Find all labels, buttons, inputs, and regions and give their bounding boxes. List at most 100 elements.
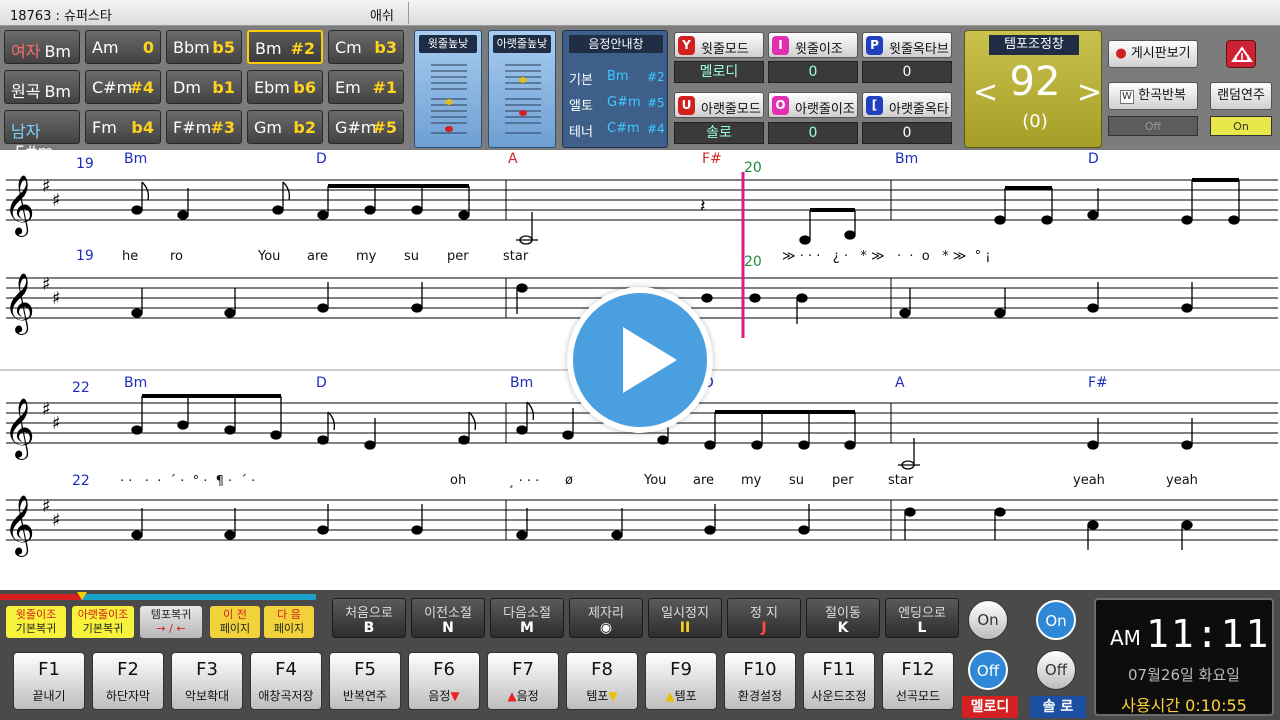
nav-button-key: K — [837, 620, 849, 636]
song-progress-handle-icon[interactable] — [77, 592, 87, 600]
repeat-song-button[interactable]: W 한곡반복 — [1108, 82, 1198, 110]
lyric-word: ø — [565, 473, 573, 488]
nav-button[interactable]: 처음으로 B — [332, 598, 406, 638]
key-name: G#m — [335, 118, 377, 137]
nav-button-label: 일시정지 — [661, 606, 709, 621]
key-cell[interactable]: G#m #5 — [328, 110, 404, 144]
function-key-button[interactable]: F8 템포▼ — [566, 652, 638, 710]
upper-staff-pitch-box[interactable]: 윗줄높낮 — [414, 30, 482, 148]
tempo-reset-button[interactable]: 템포복귀 → / ← — [140, 606, 202, 638]
function-key-button[interactable]: F2 하단자막 — [92, 652, 164, 710]
svg-text:𝄞: 𝄞 — [4, 273, 35, 335]
solo-off-button[interactable]: Off — [1036, 650, 1076, 690]
lower-mode-button[interactable]: U 아랫줄모드 — [674, 92, 764, 118]
lower-transpose-key-badge: O — [772, 96, 789, 115]
upper-octave-key-badge: P — [866, 36, 883, 55]
nav-button-key: ◉ — [599, 620, 613, 636]
nav-button[interactable]: 엔딩으로 L — [885, 598, 959, 638]
pitch-guide-key: Bm — [607, 69, 629, 84]
lyric-next-symbols: ≫ · · · ¿ · * ≫ · · o * ≫ ° ¡ — [782, 249, 991, 264]
function-key-button[interactable]: F11 사운드조정 — [803, 652, 875, 710]
upper-octave-value: 0 — [862, 61, 952, 83]
upper-transpose-reset-button[interactable]: 윗줄이조 기본복귀 — [6, 606, 66, 638]
key-cell[interactable]: C#m #4 — [85, 70, 161, 104]
function-key-button[interactable]: F1 끝내기 — [13, 652, 85, 710]
tempo-up-arrow-icon[interactable]: > — [1077, 75, 1102, 110]
pitch-guide-name: 기본 — [569, 73, 593, 88]
upper-transpose-button[interactable]: I 윗줄이조 — [768, 32, 858, 58]
song-title: 18763 : 슈퍼스타 — [10, 9, 112, 24]
nav-button[interactable]: 이전소절 N — [411, 598, 485, 638]
key-name: C#m — [92, 78, 133, 97]
function-key-button[interactable]: F12 선곡모드 — [882, 652, 954, 710]
function-key-button[interactable]: F7 ▲음정 — [487, 652, 559, 710]
key-cell[interactable]: Ebm b6 — [247, 70, 323, 104]
chord-symbol: Bm — [510, 375, 534, 391]
svg-text:♯: ♯ — [52, 413, 61, 434]
key-cell[interactable]: 남자F#m — [4, 110, 80, 161]
key-cell[interactable]: Gm b2 — [247, 110, 323, 144]
lower-transpose-button[interactable]: O 아랫줄이조 — [768, 92, 858, 118]
nav-button[interactable]: 제자리 ◉ — [569, 598, 643, 638]
upper-mode-button[interactable]: Y 윗줄모드 — [674, 32, 764, 58]
function-key-text: 템포 — [586, 689, 609, 703]
function-key-button[interactable]: F5 반복연주 — [329, 652, 401, 710]
next-page-title: 다 음 — [277, 608, 301, 621]
play-button[interactable] — [567, 287, 713, 433]
nav-button[interactable]: 절이동 K — [806, 598, 880, 638]
function-key-button[interactable]: F9 ▲템포 — [645, 652, 717, 710]
pitch-guide-row: 테너 C#m #4 — [569, 119, 665, 141]
function-key-button[interactable]: F3 악보확대 — [171, 652, 243, 710]
random-play-state: On — [1210, 116, 1272, 136]
random-play-button[interactable]: 랜덤연주 — [1210, 82, 1272, 110]
key-name: Ebm — [254, 78, 290, 97]
board-view-button[interactable]: ● 게시판보기 — [1108, 40, 1198, 68]
song-progress-bar[interactable] — [0, 592, 316, 600]
previous-page-button[interactable]: 이 전 페이지 — [210, 606, 260, 638]
nav-button[interactable]: 다음소절 M — [490, 598, 564, 638]
chord-symbol: A — [895, 375, 905, 391]
key-cell[interactable]: Cm b3 — [328, 30, 404, 64]
app-logo[interactable] — [1226, 40, 1256, 68]
melody-on-button[interactable]: On — [968, 600, 1008, 640]
nav-button[interactable]: 정 지J — [727, 598, 801, 638]
nav-button[interactable]: 일시정지 II — [648, 598, 722, 638]
svg-text:𝄞: 𝄞 — [4, 175, 35, 237]
solo-on-button[interactable]: On — [1036, 600, 1076, 640]
key-cell[interactable]: Fm b4 — [85, 110, 161, 144]
lower-transpose-reset-button[interactable]: 아랫줄이조 기본복귀 — [72, 606, 134, 638]
upper-octave-button[interactable]: P 윗줄옥타브 — [862, 32, 952, 58]
pitch-guide-row: 기본 Bm #2 — [569, 67, 665, 89]
melody-off-button[interactable]: Off — [968, 650, 1008, 690]
key-adjust: #5 — [372, 118, 397, 137]
melody-toggle-label: 멜로디 — [962, 696, 1018, 718]
function-key-button[interactable]: F10 환경설정 — [724, 652, 796, 710]
key-cell[interactable]: Dm b1 — [166, 70, 242, 104]
key-name: F#m — [173, 118, 212, 137]
lower-octave-button[interactable]: [ 아랫줄옥타브 — [862, 92, 952, 136]
function-key-button[interactable]: F4 애창곡저장 — [250, 652, 322, 710]
lyric-word: You — [644, 473, 667, 488]
key-cell[interactable]: Am 0 — [85, 30, 161, 64]
repeat-song-state: Off — [1108, 116, 1198, 136]
upper-mode-value: 멜로디 — [674, 61, 764, 83]
lower-staff-pitch-box[interactable]: 아랫줄높낮 — [488, 30, 556, 148]
function-key-button[interactable]: F6 음정▼ — [408, 652, 480, 710]
nav-button-label: 이전소절 — [424, 606, 472, 621]
key-cell[interactable]: F#m #3 — [166, 110, 242, 144]
lyric-word: yeah — [1073, 473, 1105, 488]
function-key-text: 음정 — [516, 689, 539, 703]
key-cell[interactable]: 여자 Bm — [4, 30, 80, 64]
key-cell[interactable]: Bbm b5 — [166, 30, 242, 64]
lyric-word: he — [122, 249, 139, 264]
key-cell[interactable]: Em #1 — [328, 70, 404, 104]
key-cell[interactable]: 원곡 Bm — [4, 70, 80, 104]
key-adjust: b2 — [293, 118, 316, 137]
key-cell[interactable]: Bm #2 — [247, 30, 323, 64]
pitch-guide-name: 앨토 — [569, 99, 593, 114]
function-key-name: F12 — [901, 659, 935, 680]
next-page-button[interactable]: 다 음 페이지 — [264, 606, 314, 638]
upper-transpose-reset-title: 윗줄이조 — [15, 608, 57, 621]
lyric-word: ro — [170, 249, 184, 264]
key-table: 여자 Bm Am 0 Bbm b5 Bm #2 Cm b3 원곡 Bm C#m #4 Dm b1 Ebm b6 Em… — [4, 30, 410, 161]
